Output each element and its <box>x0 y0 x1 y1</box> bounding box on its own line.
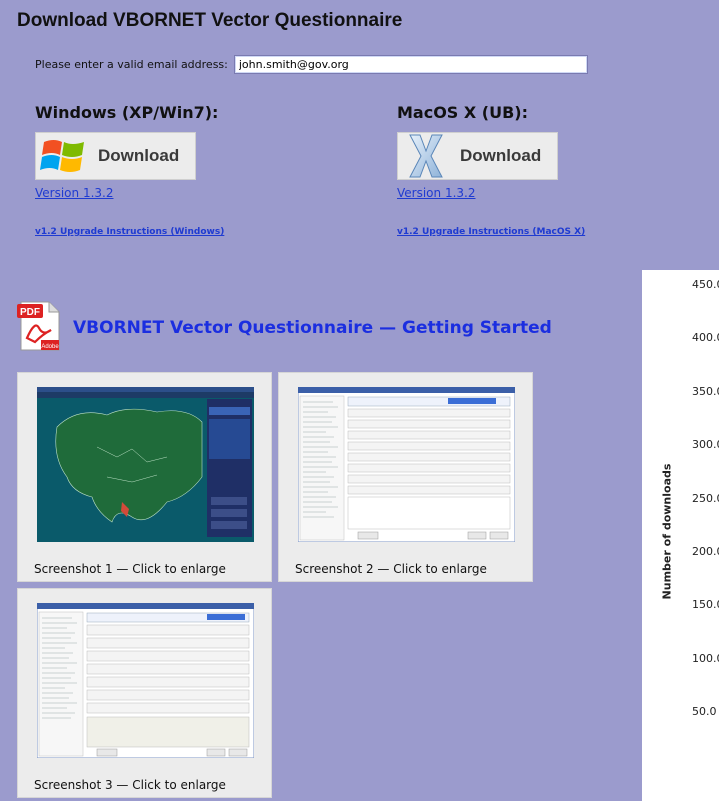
chart-y-tick-label: 100.0 <box>692 651 719 665</box>
screenshot-1-caption: Screenshot 1 — Click to enlarge <box>34 562 226 576</box>
mac-version-link[interactable]: Version 1.3.2 <box>397 186 585 200</box>
chart-y-tick-label: 250.0 <box>692 491 719 505</box>
getting-started-row: PDF Adobe VBORNET Vector Questionnaire —… <box>17 300 552 356</box>
getting-started-link[interactable]: VBORNET Vector Questionnaire — Getting S… <box>73 318 552 338</box>
windows-download-section: Windows (XP/Win7): Download Version 1.3.… <box>35 103 224 237</box>
chart-y-tick-label: 150.0 <box>692 598 719 612</box>
chart-y-tick-label: 50.0 <box>692 705 717 719</box>
screenshot-1-card[interactable]: Screenshot 1 — Click to enlarge <box>17 372 272 582</box>
windows-download-button[interactable]: Download <box>35 132 196 180</box>
page-title: Download VBORNET Vector Questionnaire <box>17 10 403 31</box>
mac-upgrade-link[interactable]: v1.2 Upgrade Instructions (MacOS X) <box>397 227 585 237</box>
email-label: Please enter a valid email address: <box>35 58 228 71</box>
mac-download-section: MacOS X (UB): Download Version 1.3.2 v1.… <box>397 103 585 237</box>
chart-y-tick-label: 400.0 <box>692 331 719 345</box>
pdf-icon[interactable]: PDF Adobe <box>17 300 61 356</box>
windows-version-link[interactable]: Version 1.3.2 <box>35 186 224 200</box>
email-input[interactable] <box>233 55 588 74</box>
windows-download-label: Download <box>98 146 180 165</box>
screenshot-3-thumbnail <box>37 603 254 758</box>
chart-y-tick-label: 300.0 <box>692 438 719 452</box>
chart-y-tick-label: 200.0 <box>692 545 719 558</box>
windows-upgrade-link[interactable]: v1.2 Upgrade Instructions (Windows) <box>35 227 224 237</box>
mac-heading: MacOS X (UB): <box>397 103 529 122</box>
windows-heading: Windows (XP/Win7): <box>35 103 219 122</box>
screenshot-2-caption: Screenshot 2 — Click to enlarge <box>295 562 487 576</box>
mac-download-label: Download <box>460 146 542 165</box>
screenshot-2-thumbnail <box>298 387 515 542</box>
screenshot-2-card[interactable]: Screenshot 2 — Click to enlarge <box>278 372 533 582</box>
screenshot-3-card[interactable]: Screenshot 3 — Click to enlarge <box>17 588 272 798</box>
screenshot-1-thumbnail <box>37 387 254 542</box>
pdf-icon-adobe: Adobe <box>41 344 59 350</box>
screenshot-3-caption: Screenshot 3 — Click to enlarge <box>34 778 226 792</box>
chart-y-tick-label: 450.0 <box>692 278 719 291</box>
chart-y-axis-label: Number of downloads <box>660 463 674 600</box>
windows-logo-icon <box>36 133 92 179</box>
macos-x-logo-icon <box>398 133 454 179</box>
downloads-chart: Number of downloads 450.0 400.0 350.0 300.0… <box>642 270 719 801</box>
mac-download-button[interactable]: Download <box>397 132 558 180</box>
pdf-icon-label: PDF <box>20 307 40 318</box>
chart-y-tick-label: 350.0 <box>692 384 719 398</box>
email-row: Please enter a valid email address: <box>35 55 588 74</box>
